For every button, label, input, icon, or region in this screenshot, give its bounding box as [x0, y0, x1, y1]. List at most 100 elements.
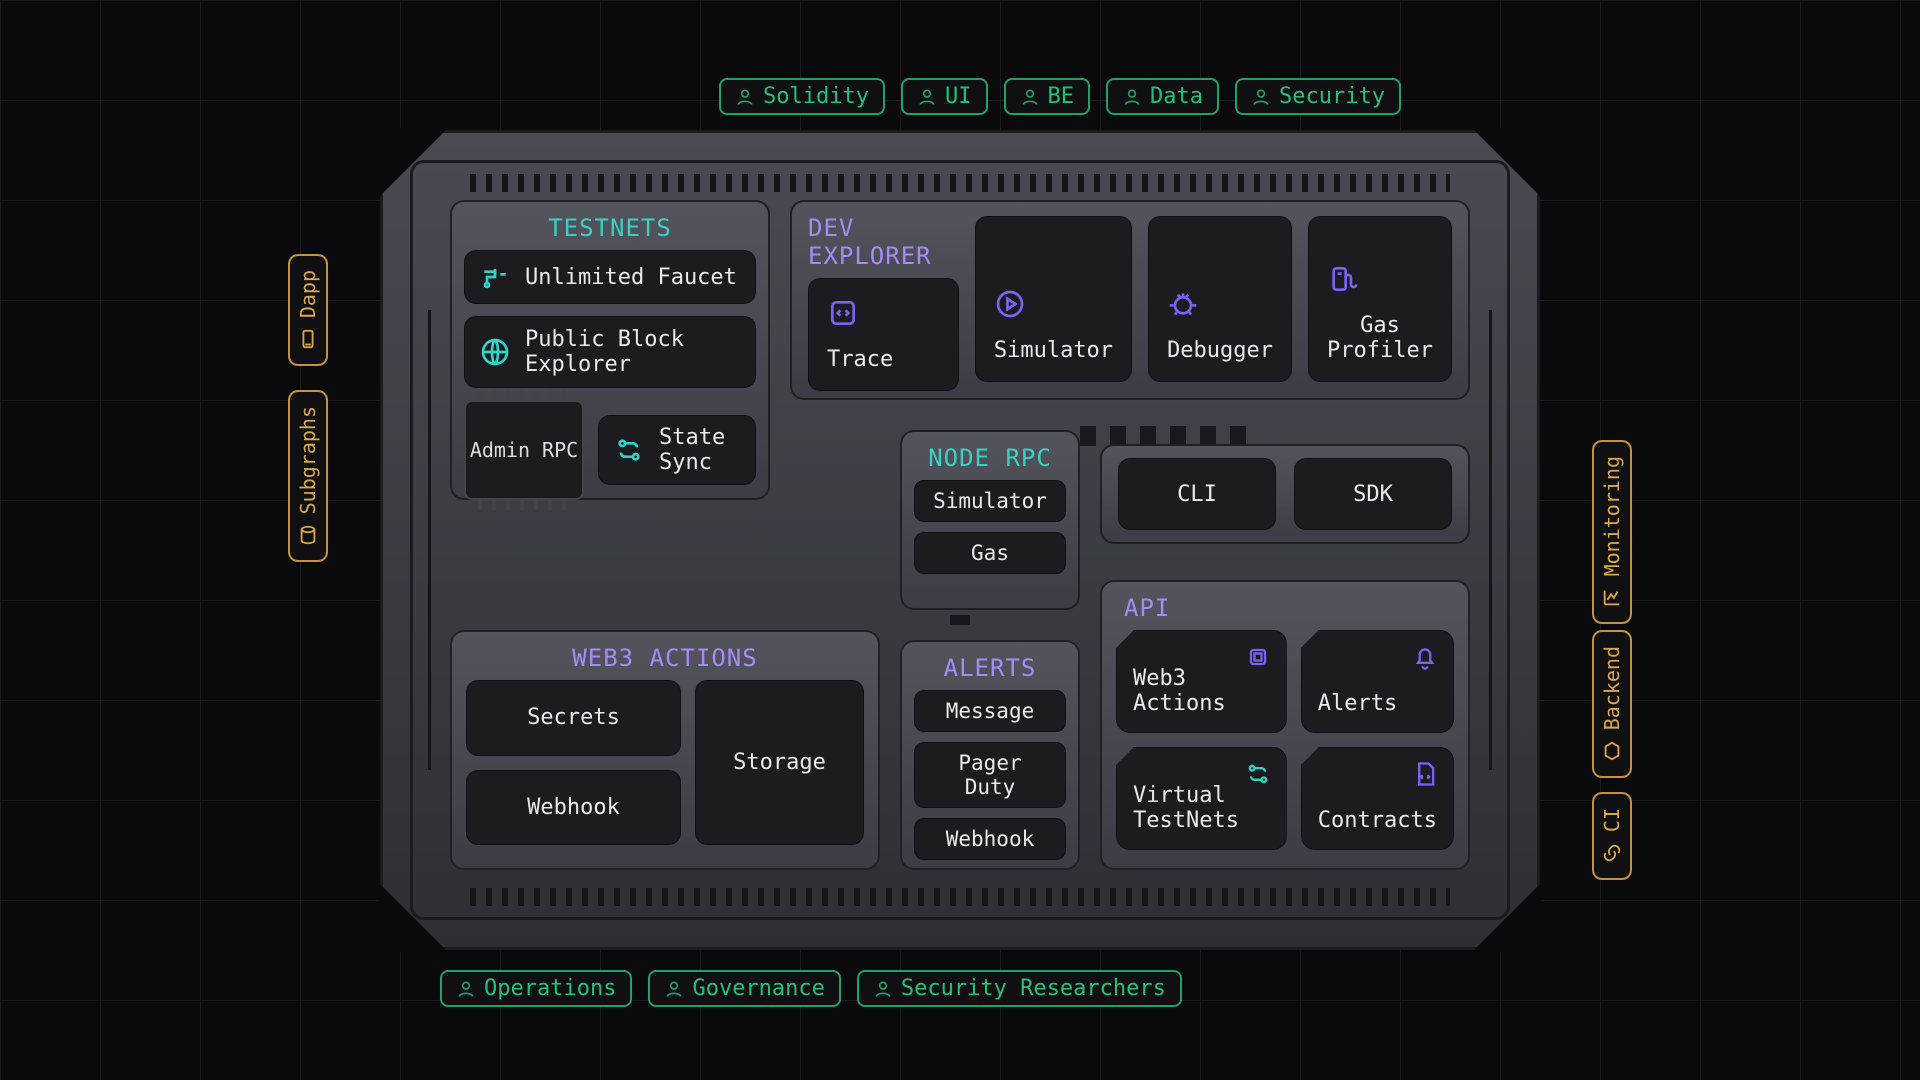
tag-solidity[interactable]: Solidity: [719, 78, 885, 115]
side-pill-label: CI: [1600, 808, 1624, 832]
tag-label: BE: [1048, 84, 1075, 109]
card-label: Unlimited Faucet: [525, 265, 737, 290]
panel-title: TESTNETS: [450, 200, 770, 250]
person-icon: [917, 87, 937, 107]
tag-security-researchers[interactable]: Security Researchers: [857, 970, 1182, 1007]
hex-icon: [1601, 740, 1623, 762]
panel-title: API: [1100, 580, 1470, 630]
panel-title: ALERTS: [900, 640, 1080, 690]
api-card-label: Virtual TestNets: [1133, 783, 1270, 833]
card-debugger[interactable]: Debugger: [1148, 216, 1292, 382]
panel-node-rpc: NODE RPC Simulator Gas: [900, 430, 1080, 610]
db-icon: [297, 524, 319, 546]
pill-gas[interactable]: Gas: [914, 532, 1066, 574]
person-icon: [735, 87, 755, 107]
side-pill-label: Dapp: [296, 270, 320, 318]
api-card-label: Alerts: [1318, 691, 1397, 716]
sync-icon: [613, 434, 645, 466]
tag-operations[interactable]: Operations: [440, 970, 632, 1007]
pill-simulator[interactable]: Simulator: [914, 480, 1066, 522]
panel-title: DEV EXPLORER: [808, 200, 959, 278]
side-pill-label: Backend: [1600, 646, 1624, 730]
slits-right: [1489, 310, 1492, 770]
architecture-board: TESTNETS Unlimited Faucet Public Block E…: [380, 130, 1540, 950]
side-pill-label: Subgraphs: [296, 406, 320, 514]
panel-web3-actions: WEB3 ACTIONS Secrets Webhook Storage: [450, 630, 880, 870]
api-card-virtual-testnets[interactable]: Virtual TestNets: [1116, 747, 1287, 850]
tag-governance[interactable]: Governance: [648, 970, 840, 1007]
top-tag-row: Solidity UI BE Data Security: [680, 78, 1440, 115]
person-icon: [1251, 87, 1271, 107]
card-gas-profiler[interactable]: Gas Profiler: [1308, 216, 1452, 382]
chip-admin-rpc[interactable]: Admin RPC: [464, 400, 584, 500]
panel-alerts: ALERTS Message Pager Duty Webhook: [900, 640, 1080, 870]
side-pill-ci[interactable]: CI: [1592, 792, 1632, 880]
card-label: Simulator: [994, 338, 1113, 363]
card-label: State Sync: [659, 425, 741, 475]
api-card-alerts[interactable]: Alerts: [1301, 630, 1454, 733]
card-simulator[interactable]: Simulator: [975, 216, 1132, 382]
card-unlimited-faucet[interactable]: Unlimited Faucet: [464, 250, 756, 304]
file-icon: [1411, 760, 1439, 788]
cpu-icon: [1244, 643, 1272, 671]
device-icon: [297, 328, 319, 350]
slits-left: [428, 310, 431, 770]
side-pill-dapp[interactable]: Dapp: [288, 254, 328, 366]
tag-security[interactable]: Security: [1235, 78, 1401, 115]
person-icon: [1020, 87, 1040, 107]
pill-webhook[interactable]: Webhook: [914, 818, 1066, 860]
tag-label: Operations: [484, 976, 616, 1001]
tag-label: UI: [945, 84, 972, 109]
bug-icon: [1167, 288, 1199, 320]
sync-icon: [1244, 760, 1272, 788]
card-cli[interactable]: CLI: [1118, 458, 1276, 530]
card-label: Debugger: [1167, 338, 1273, 363]
pill-pagerduty[interactable]: Pager Duty: [914, 742, 1066, 808]
tag-data[interactable]: Data: [1106, 78, 1219, 115]
ticks-bottom: [470, 888, 1450, 906]
card-trace[interactable]: Trace: [808, 278, 959, 391]
tag-label: Data: [1150, 84, 1203, 109]
panel-api: API Web3 Actions Alerts Virtual TestNets: [1100, 580, 1470, 870]
pill-message[interactable]: Message: [914, 690, 1066, 732]
panel-dev-explorer: DEV EXPLORER Trace Simulator Debugger: [790, 200, 1470, 400]
api-card-contracts[interactable]: Contracts: [1301, 747, 1454, 850]
card-label: Gas Profiler: [1327, 313, 1433, 363]
card-label: Public Block Explorer: [525, 327, 741, 377]
api-card-label: Contracts: [1318, 808, 1437, 833]
card-storage[interactable]: Storage: [695, 680, 864, 845]
code-icon: [827, 297, 859, 329]
panel-title: WEB3 ACTIONS: [450, 630, 880, 680]
ticks-top: [470, 174, 1450, 192]
play-icon: [994, 288, 1026, 320]
card-state-sync[interactable]: State Sync: [598, 415, 756, 485]
card-sdk[interactable]: SDK: [1294, 458, 1452, 530]
bottom-tag-row: Operations Governance Security Researche…: [440, 970, 1182, 1007]
tag-label: Security: [1279, 84, 1385, 109]
panel-node-side: CLI SDK: [1100, 444, 1470, 544]
tag-be[interactable]: BE: [1004, 78, 1091, 115]
tag-ui[interactable]: UI: [901, 78, 988, 115]
person-icon: [1122, 87, 1142, 107]
api-card-label: Web3 Actions: [1133, 666, 1270, 716]
bell-icon: [1411, 643, 1439, 671]
tag-label: Governance: [692, 976, 824, 1001]
gas-icon: [1327, 263, 1359, 295]
person-icon: [456, 979, 476, 999]
card-public-explorer[interactable]: Public Block Explorer: [464, 316, 756, 388]
side-pill-label: Monitoring: [1600, 456, 1624, 576]
link-icon: [1601, 842, 1623, 864]
side-pill-subgraphs[interactable]: Subgraphs: [288, 390, 328, 562]
side-pill-monitoring[interactable]: Monitoring: [1592, 440, 1632, 624]
panel-title: NODE RPC: [900, 430, 1080, 480]
person-icon: [873, 979, 893, 999]
panel-testnets: TESTNETS Unlimited Faucet Public Block E…: [450, 200, 770, 500]
api-card-web3-actions[interactable]: Web3 Actions: [1116, 630, 1287, 733]
card-label: Trace: [827, 347, 893, 372]
chart-icon: [1601, 586, 1623, 608]
tag-label: Security Researchers: [901, 976, 1166, 1001]
card-secrets[interactable]: Secrets: [466, 680, 681, 756]
side-pill-backend[interactable]: Backend: [1592, 630, 1632, 778]
card-webhook[interactable]: Webhook: [466, 770, 681, 846]
chip-label: Admin RPC: [470, 438, 578, 462]
